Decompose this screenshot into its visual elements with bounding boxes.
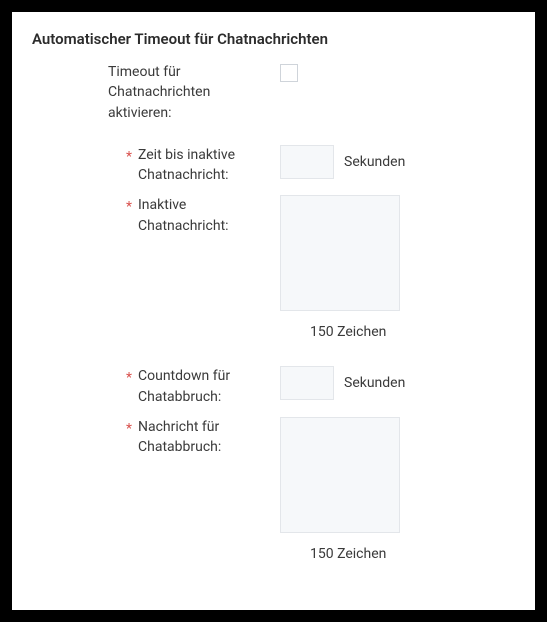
asterisk-icon: * [126, 370, 132, 386]
abort-message-counter: 150 Zeichen [310, 546, 386, 562]
section-title: Automatischer Timeout für Chatnachrichte… [32, 30, 515, 48]
enable-timeout-input-col [280, 62, 298, 82]
abort-message-row: * Nachricht für Chatabbruch: [32, 417, 515, 533]
abort-message-label: Nachricht für Chatabbruch: [138, 417, 264, 458]
inactive-message-textarea[interactable] [280, 195, 400, 311]
asterisk-icon: * [126, 149, 132, 165]
enable-timeout-checkbox[interactable] [280, 64, 298, 82]
countdown-input[interactable] [280, 366, 334, 400]
required-marker: * [32, 195, 138, 215]
inactive-time-unit: Sekunden [344, 154, 405, 170]
inactive-time-row: * Zeit bis inaktive Chatnachricht: Sekun… [32, 145, 515, 186]
enable-timeout-label: Timeout für Chatnachrichten aktivieren: [108, 62, 234, 123]
countdown-row: * Countdown für Chatabbruch: Sekunden [32, 366, 515, 407]
inactive-message-counter-row: 150 Zeichen [32, 321, 515, 340]
required-marker: * [32, 145, 138, 165]
chat-timeout-settings-panel: Automatischer Timeout für Chatnachrichte… [12, 12, 535, 610]
inactive-time-input-col: Sekunden [280, 145, 405, 179]
abort-message-textarea[interactable] [280, 417, 400, 533]
abort-message-input-col [280, 417, 400, 533]
enable-timeout-row: Timeout für Chatnachrichten aktivieren: [32, 62, 515, 123]
abort-message-counter-row: 150 Zeichen [32, 543, 515, 562]
inactive-time-label: Zeit bis inaktive Chatnachricht: [138, 145, 264, 186]
required-marker-placeholder [32, 62, 108, 63]
inactive-message-row: * Inaktive Chatnachricht: [32, 195, 515, 311]
inactive-message-label: Inaktive Chatnachricht: [138, 195, 264, 236]
required-marker: * [32, 417, 138, 437]
inactive-message-input-col [280, 195, 400, 311]
countdown-input-col: Sekunden [280, 366, 405, 400]
countdown-unit: Sekunden [344, 375, 405, 391]
required-marker: * [32, 366, 138, 386]
inactive-message-counter: 150 Zeichen [310, 324, 386, 340]
inactive-time-input[interactable] [280, 145, 334, 179]
asterisk-icon: * [126, 199, 132, 215]
countdown-label: Countdown für Chatabbruch: [138, 366, 264, 407]
asterisk-icon: * [126, 421, 132, 437]
